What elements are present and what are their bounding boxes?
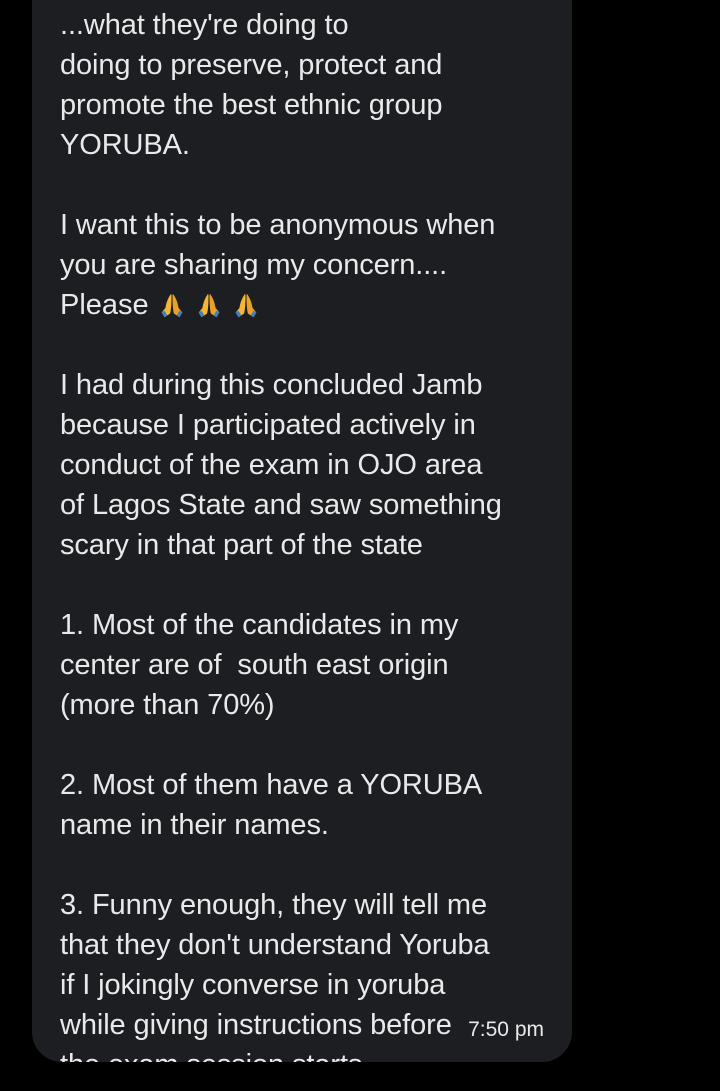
- message-line: I want this to be anonymous when: [60, 209, 496, 241]
- message-line: 3. Funny enough, they will tell me: [60, 889, 487, 921]
- message-bubble[interactable]: ...what they're doing to doing to preser…: [32, 0, 572, 1062]
- message-line: you are sharing my concern....: [60, 249, 448, 281]
- message-line: 2. Most of them have a YORUBA: [60, 769, 483, 801]
- message-line: if I jokingly converse in yoruba: [60, 969, 446, 1001]
- paragraph-break: [60, 325, 544, 365]
- message-line: YORUBA.: [60, 129, 190, 161]
- paragraph-break: [60, 165, 544, 205]
- folded-hands-icon: [235, 293, 257, 318]
- please-text: Please: [60, 289, 149, 321]
- message-line: name in their names.: [60, 809, 329, 841]
- message-timestamp: 7:50 pm: [468, 1018, 544, 1041]
- message-line: promote the best ethnic group: [60, 89, 443, 121]
- message-line: doing to preserve, protect and: [60, 49, 443, 81]
- message-line: conduct of the exam in OJO area: [60, 449, 483, 481]
- message-line: of Lagos State and saw something: [60, 489, 502, 521]
- message-line: because I participated actively in: [60, 409, 476, 441]
- folded-hands-icon: [198, 293, 220, 318]
- message-line: the exam session starts: [60, 1045, 544, 1062]
- message-line: scary in that part of the state: [60, 529, 423, 561]
- message-line: center are of south east origin: [60, 649, 449, 681]
- message-line: I had during this concluded Jamb: [60, 369, 483, 401]
- paragraph-break: [60, 725, 544, 765]
- message-line: that they don't understand Yoruba: [60, 929, 490, 961]
- message-line: (more than 70%): [60, 689, 275, 721]
- paragraph-break: [60, 565, 544, 605]
- folded-hands-icon: [161, 293, 183, 318]
- paragraph-break: [60, 845, 544, 885]
- message-line: ...what they're doing to: [60, 9, 349, 41]
- message-line: 1. Most of the candidates in my: [60, 609, 459, 641]
- message-line-with-emoji: Please: [60, 285, 544, 325]
